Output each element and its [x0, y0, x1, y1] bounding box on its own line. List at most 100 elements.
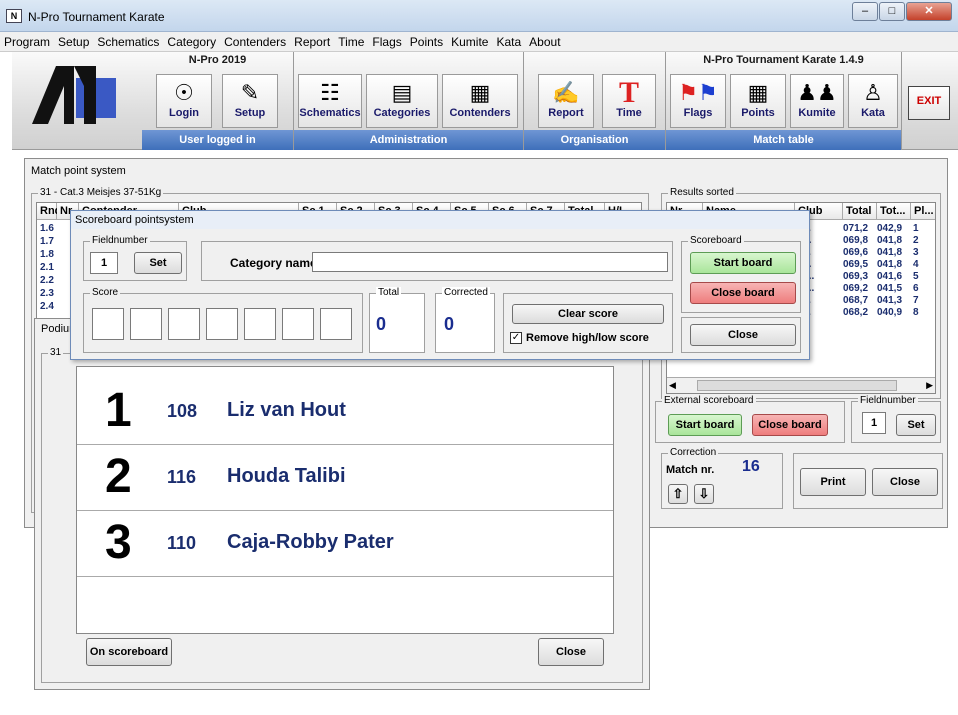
round-cell[interactable]: 1.6 [40, 223, 54, 234]
main-fieldnumber-input[interactable]: 1 [862, 412, 886, 434]
results-col-tot[interactable]: Tot... [877, 203, 911, 220]
results-tot-cell[interactable]: 041,5 [877, 283, 902, 294]
results-pl-cell[interactable]: 1 [913, 223, 919, 234]
round-cell[interactable]: 2.4 [40, 301, 54, 312]
results-pl-cell[interactable]: 4 [913, 259, 919, 270]
contenders-button[interactable]: ▦ Contenders [442, 74, 518, 128]
report-button[interactable]: ✍ Report [538, 74, 594, 128]
time-button[interactable]: T Time [602, 74, 656, 128]
menu-about[interactable]: About [525, 32, 564, 49]
results-tot-cell[interactable]: 041,8 [877, 247, 902, 258]
score-box-4[interactable] [206, 308, 238, 340]
menu-flags[interactable]: Flags [368, 32, 405, 49]
results-total-cell[interactable]: 069,8 [843, 235, 868, 246]
results-total-cell[interactable]: 069,2 [843, 283, 868, 294]
menu-report[interactable]: Report [290, 32, 334, 49]
arrow-down-button[interactable]: ⇩ [694, 484, 714, 504]
results-tot-cell[interactable]: 042,9 [877, 223, 902, 234]
arrow-up-button[interactable]: ⇧ [668, 484, 688, 504]
dialog-start-board-button[interactable]: Start board [690, 252, 796, 274]
menu-kata[interactable]: Kata [492, 32, 525, 49]
main-set-button[interactable]: Set [896, 414, 936, 436]
results-tot-cell[interactable]: 041,8 [877, 235, 902, 246]
setup-icon: ✎ [240, 80, 260, 105]
group-administration: ☷ Schematics ▤ Categories ▦ Contenders Admi… [294, 52, 524, 150]
score-box-7[interactable] [320, 308, 352, 340]
scroll-left-icon[interactable]: ◀ [669, 380, 676, 391]
results-tot-cell[interactable]: 041,8 [877, 259, 902, 270]
menu-setup[interactable]: Setup [54, 32, 93, 49]
menu-contenders[interactable]: Contenders [220, 32, 290, 49]
dialog-fieldnumber-input[interactable]: 1 [90, 252, 118, 274]
menu-time[interactable]: Time [334, 32, 368, 49]
category-name-input[interactable] [312, 252, 668, 272]
external-start-board-button[interactable]: Start board [668, 414, 742, 436]
results-total-cell[interactable]: 069,5 [843, 259, 868, 270]
dialog-close-board-button[interactable]: Close board [690, 282, 796, 304]
results-tot-cell[interactable]: 041,3 [877, 295, 902, 306]
schematics-button[interactable]: ☷ Schematics [298, 74, 362, 128]
score-box-1[interactable] [92, 308, 124, 340]
menu-kumite[interactable]: Kumite [447, 32, 492, 49]
results-total-cell[interactable]: 068,7 [843, 295, 868, 306]
results-total-cell[interactable]: 068,2 [843, 307, 868, 318]
results-pl-cell[interactable]: 3 [913, 247, 919, 258]
score-box-6[interactable] [282, 308, 314, 340]
round-cell[interactable]: 2.1 [40, 262, 54, 273]
flags-button[interactable]: ⚑⚑ Flags [670, 74, 726, 128]
exit-button[interactable]: EXIT [908, 86, 950, 120]
contender-name: Liz van Hout [227, 399, 346, 421]
category-name-box: Category name [201, 241, 673, 281]
scroll-right-icon[interactable]: ▶ [926, 380, 933, 391]
contender-number: 110 [167, 533, 197, 553]
report-icon: ✍ [552, 80, 580, 105]
score-box-2[interactable] [130, 308, 162, 340]
results-tot-cell[interactable]: 040,9 [877, 307, 902, 318]
categories-button[interactable]: ▤ Categories [366, 74, 438, 128]
group-user: N-Pro 2019 ☉ Login ✎ Setup User logged in [12, 52, 294, 150]
results-total-cell[interactable]: 071,2 [843, 223, 868, 234]
round-cell[interactable]: 1.8 [40, 249, 54, 260]
kata-button[interactable]: ♙ Kata [848, 74, 898, 128]
round-cell[interactable]: 1.7 [40, 236, 54, 247]
score-legend: Score [90, 287, 121, 298]
score-box-3[interactable] [168, 308, 200, 340]
results-col-total[interactable]: Total [843, 203, 877, 220]
maximize-button[interactable]: □ [879, 2, 905, 21]
menu-category[interactable]: Category [163, 32, 220, 49]
setup-button[interactable]: ✎ Setup [222, 74, 278, 128]
round-cell[interactable]: 2.2 [40, 275, 54, 286]
menu-points[interactable]: Points [406, 32, 447, 49]
round-cell[interactable]: 2.3 [40, 288, 54, 299]
points-button[interactable]: ▦ Points [730, 74, 786, 128]
minimize-button[interactable]: – [852, 2, 878, 21]
score-box-5[interactable] [244, 308, 276, 340]
results-col-pl[interactable]: Pl... [911, 203, 935, 220]
results-pl-cell[interactable]: 6 [913, 283, 919, 294]
remove-hl-checkbox[interactable]: ✓ [510, 332, 522, 344]
results-pl-cell[interactable]: 2 [913, 235, 919, 246]
dialog-set-button[interactable]: Set [134, 252, 182, 274]
main-close-button[interactable]: Close [872, 468, 938, 496]
podium-close-button[interactable]: Close [538, 638, 604, 666]
menu-program[interactable]: Program [0, 32, 54, 49]
external-close-board-button[interactable]: Close board [752, 414, 828, 436]
close-window-button[interactable]: ✕ [906, 2, 952, 21]
clear-score-button[interactable]: Clear score [512, 304, 664, 324]
results-tot-cell[interactable]: 041,6 [877, 271, 902, 282]
results-pl-cell[interactable]: 5 [913, 271, 919, 282]
arrow-down-icon: ⇩ [698, 486, 710, 501]
login-button[interactable]: ☉ Login [156, 74, 212, 128]
results-total-cell[interactable]: 069,3 [843, 271, 868, 282]
kumite-button[interactable]: ♟♟ Kumite [790, 74, 844, 128]
on-scoreboard-button[interactable]: On scoreboard [86, 638, 172, 666]
results-hscrollbar[interactable]: ◀ ▶ [667, 377, 935, 393]
print-button[interactable]: Print [800, 468, 866, 496]
results-pl-cell[interactable]: 8 [913, 307, 919, 318]
scroll-thumb[interactable] [697, 380, 897, 391]
col-rnd[interactable]: Rnd [37, 203, 61, 220]
menu-schematics[interactable]: Schematics [93, 32, 163, 49]
dialog-close-button[interactable]: Close [690, 324, 796, 346]
results-pl-cell[interactable]: 7 [913, 295, 919, 306]
results-total-cell[interactable]: 069,6 [843, 247, 868, 258]
